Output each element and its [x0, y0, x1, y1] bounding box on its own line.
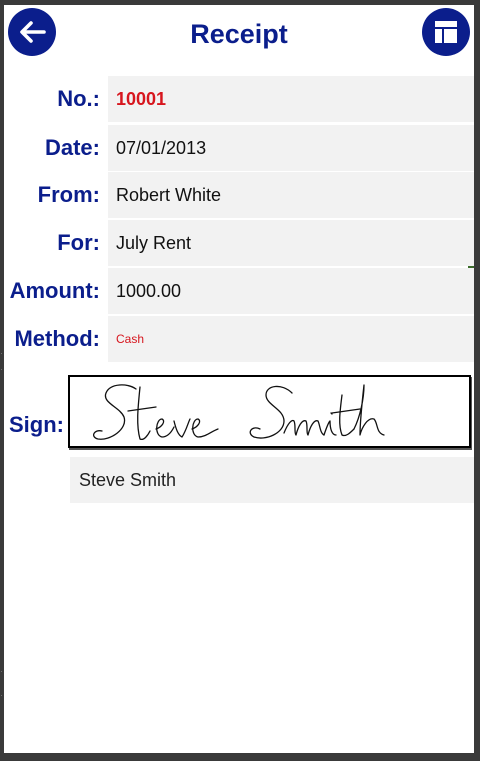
background-edge-mark: · — [0, 348, 3, 358]
page-title: Receipt — [190, 19, 288, 49]
sign-label: Sign: — [9, 412, 64, 437]
header: Receipt — [4, 5, 474, 67]
field-amount: Amount: 1000.00 — [4, 268, 474, 314]
field-label: From: — [37, 182, 100, 207]
field-label: No.: — [57, 86, 100, 111]
background-edge-mark: · — [0, 666, 3, 676]
handwritten-signature — [93, 384, 385, 441]
from-value[interactable]: Robert White — [108, 172, 474, 218]
background-edge-mark: · — [0, 690, 3, 700]
signer-name: Steve Smith — [70, 457, 474, 503]
field-for: For: July Rent — [4, 220, 474, 266]
field-method: Method: Cash — [4, 316, 474, 362]
field-date: Date: 07/01/2013 — [4, 125, 474, 171]
table-icon — [435, 21, 457, 43]
date-value[interactable]: 07/01/2013 — [108, 125, 474, 171]
field-from: From: Robert White — [4, 172, 474, 218]
table-menu-button[interactable] — [422, 8, 470, 56]
field-label: Date: — [44, 135, 100, 160]
field-label: Method: — [14, 326, 100, 351]
background-edge-mark: · — [0, 364, 3, 374]
field-label: For: — [57, 230, 100, 255]
signature-pad[interactable] — [68, 375, 471, 448]
amount-value[interactable]: 1000.00 — [108, 268, 474, 314]
receipt-number-value[interactable]: 10001 — [108, 76, 474, 122]
for-value[interactable]: July Rent — [108, 220, 474, 266]
field-label: Amount: — [9, 278, 100, 303]
receipt-screen: Receipt No.: 10001 Date: 07/01/2013 From… — [4, 5, 474, 753]
method-value[interactable]: Cash — [108, 316, 474, 362]
field-receipt-number: No.: 10001 — [4, 76, 474, 122]
